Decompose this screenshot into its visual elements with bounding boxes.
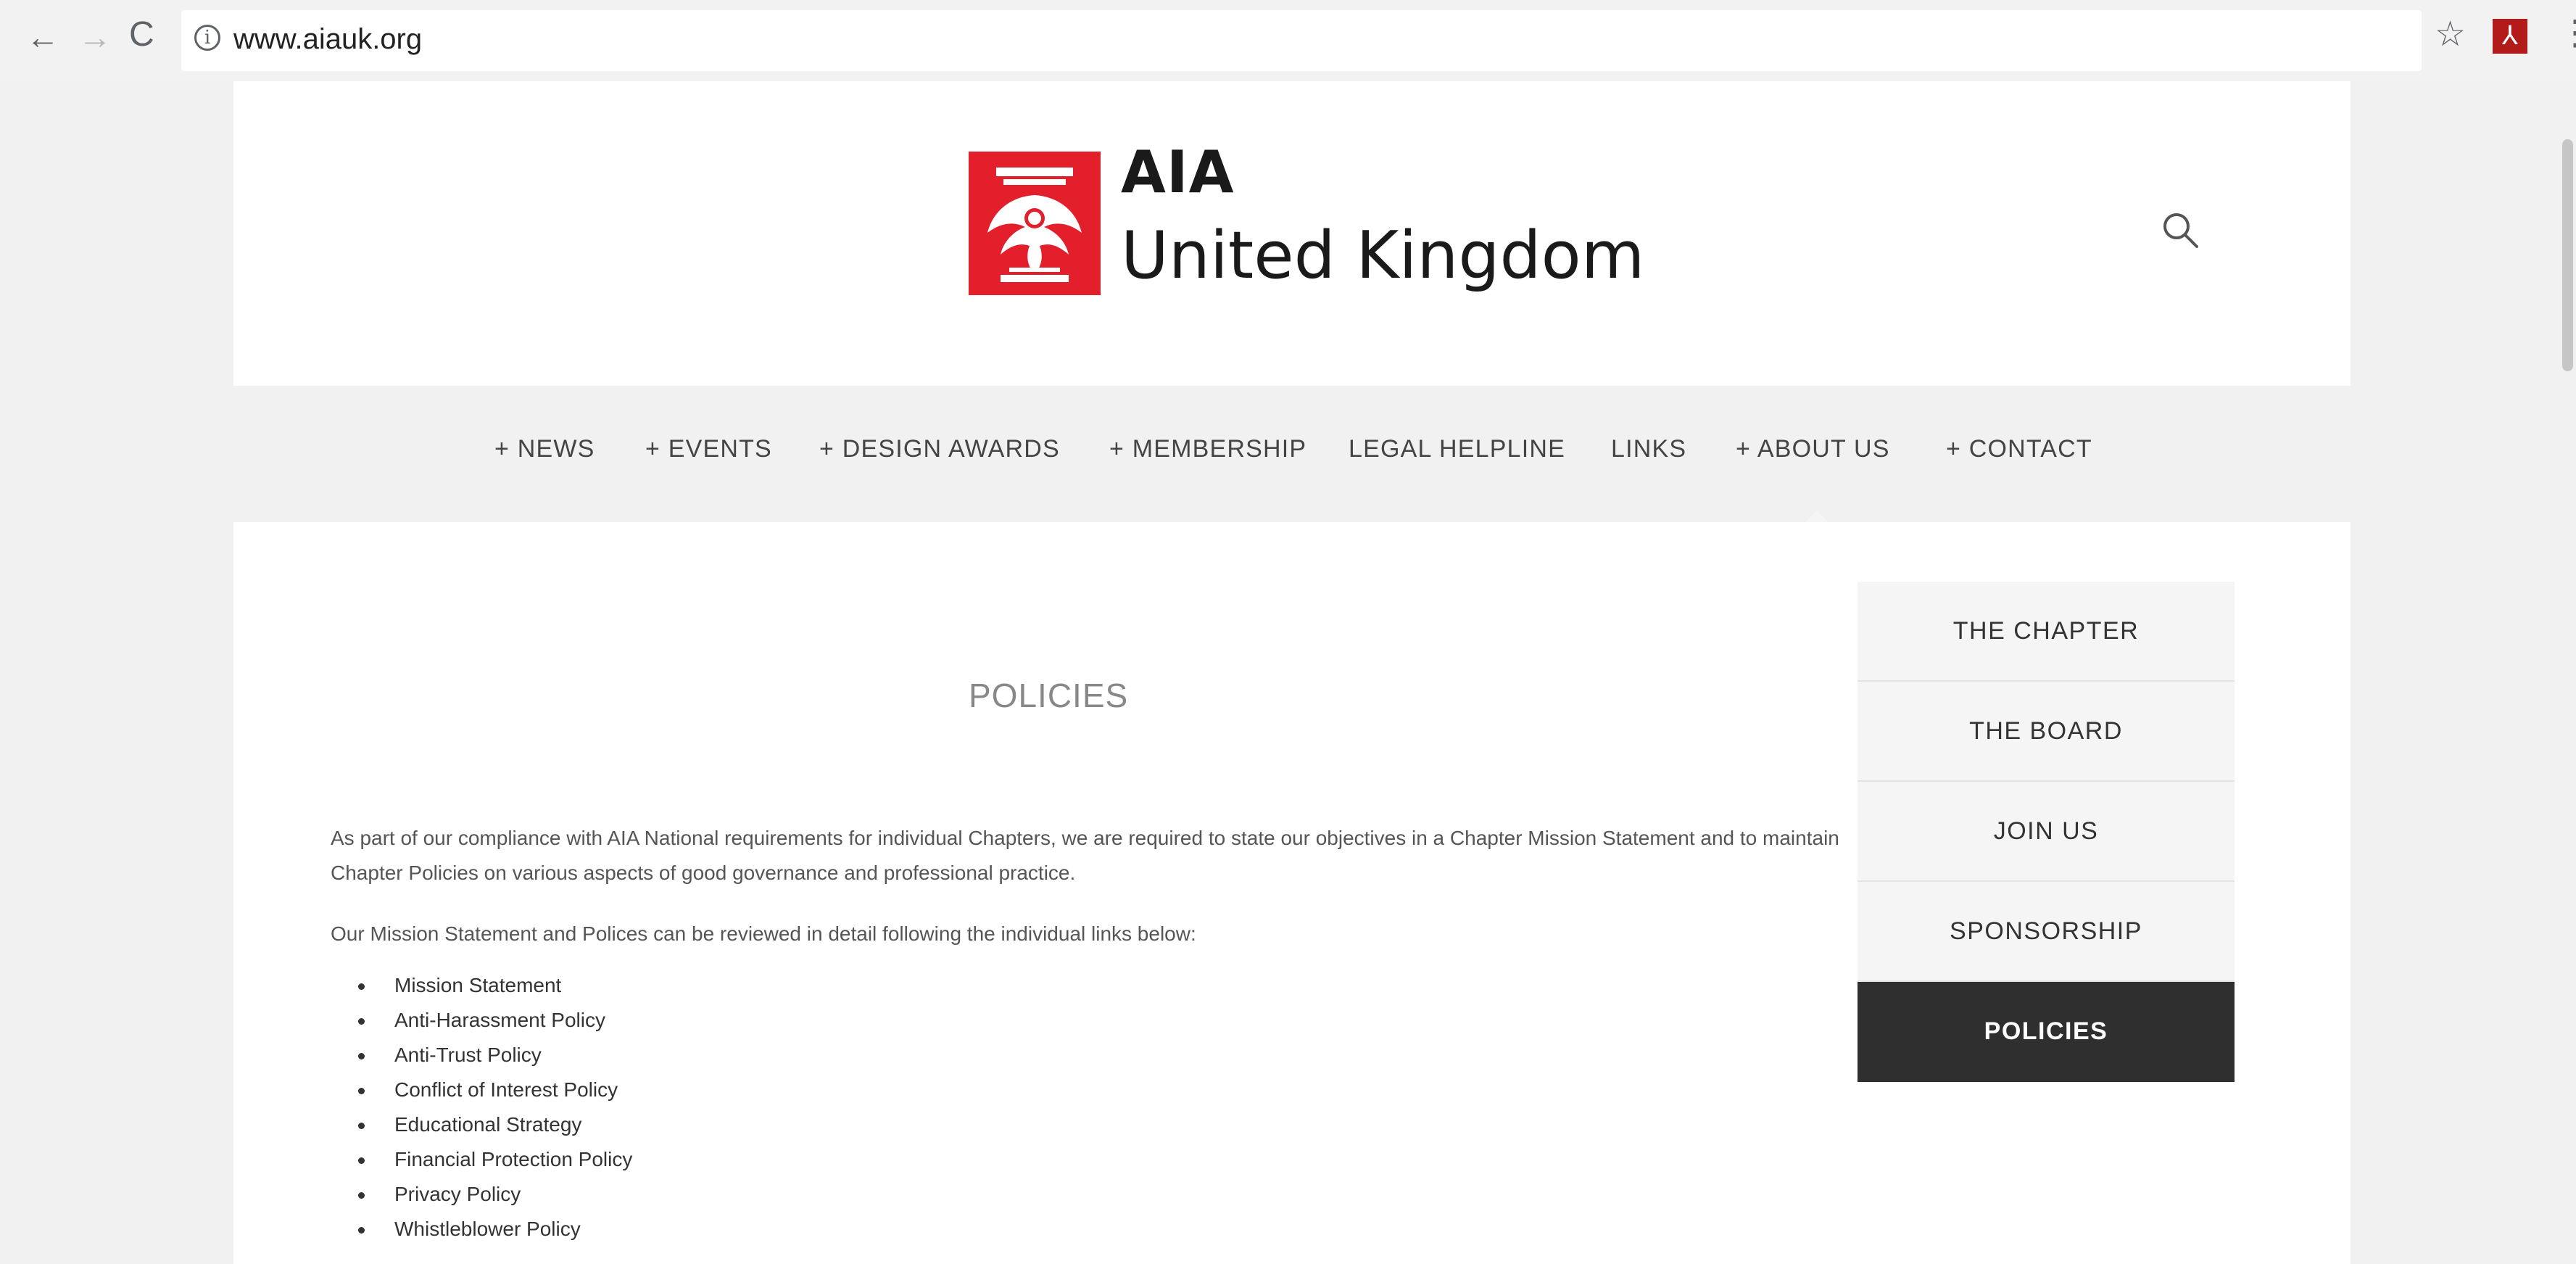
nav-item-design-awards[interactable]: + DESIGN AWARDS bbox=[819, 435, 1060, 463]
reload-icon[interactable]: C bbox=[129, 17, 154, 52]
nav-item-events[interactable]: + EVENTS bbox=[645, 435, 772, 463]
nav-item-membership[interactable]: + MEMBERSHIP bbox=[1109, 435, 1306, 463]
policy-link-whistleblower[interactable]: Whistleblower Policy bbox=[358, 1212, 632, 1247]
dropdown-item-sponsorship[interactable]: SPONSORSHIP bbox=[1858, 882, 2235, 982]
url-text[interactable]: www.aiauk.org bbox=[233, 23, 422, 56]
intro-paragraph: As part of our compliance with AIA Natio… bbox=[331, 827, 1839, 884]
page-scrollbar[interactable] bbox=[2559, 81, 2576, 1264]
about-us-dropdown: THE CHAPTER THE BOARD JOIN US SPONSORSHI… bbox=[1858, 582, 2235, 1082]
scrollbar-thumb[interactable] bbox=[2562, 139, 2573, 371]
policy-link-conflict-of-interest[interactable]: Conflict of Interest Policy bbox=[358, 1073, 632, 1107]
page-viewport: AIA United Kingdom + NEWS + EVENTS + DES… bbox=[0, 81, 2576, 1264]
page-title: POLICIES bbox=[969, 677, 1129, 714]
pdf-extension-icon[interactable]: ⅄ bbox=[2493, 19, 2527, 54]
dropdown-item-the-chapter[interactable]: THE CHAPTER bbox=[1858, 582, 2235, 682]
main-navigation: + NEWS + EVENTS + DESIGN AWARDS + MEMBER… bbox=[233, 386, 2351, 522]
browser-menu-icon[interactable]: ⋮ bbox=[2558, 16, 2576, 51]
dropdown-item-policies[interactable]: POLICIES bbox=[1858, 982, 2235, 1082]
bookmark-star-icon[interactable]: ☆ bbox=[2435, 17, 2466, 52]
aia-eagle-logo-icon[interactable] bbox=[969, 152, 1101, 295]
policy-link-anti-harassment[interactable]: Anti-Harassment Policy bbox=[358, 1003, 632, 1038]
logo-subtitle[interactable]: United Kingdom bbox=[1121, 223, 1644, 289]
dropdown-caret bbox=[1805, 511, 1829, 522]
dropdown-item-join-us[interactable]: JOIN US bbox=[1858, 782, 2235, 882]
back-arrow-icon[interactable]: ← bbox=[26, 20, 59, 54]
logo-title[interactable]: AIA bbox=[1121, 144, 1235, 202]
nav-item-legal-helpline[interactable]: LEGAL HELPLINE bbox=[1349, 435, 1565, 463]
policy-list: Mission Statement Anti-Harassment Policy… bbox=[358, 968, 632, 1247]
nav-item-news[interactable]: + NEWS bbox=[494, 435, 595, 463]
forward-arrow-icon[interactable]: → bbox=[78, 20, 112, 54]
browser-toolbar: ← → C i www.aiauk.org ☆ ⅄ ⋮ bbox=[0, 0, 2576, 82]
info-icon[interactable]: i bbox=[194, 25, 220, 51]
policy-link-financial-protection[interactable]: Financial Protection Policy bbox=[358, 1142, 632, 1177]
links-intro-paragraph: Our Mission Statement and Polices can be… bbox=[331, 922, 1196, 945]
nav-item-about-us[interactable]: + ABOUT US bbox=[1736, 435, 1890, 463]
site-container: AIA United Kingdom + NEWS + EVENTS + DES… bbox=[233, 81, 2351, 1264]
policy-link-anti-trust[interactable]: Anti-Trust Policy bbox=[358, 1038, 632, 1073]
dropdown-item-the-board[interactable]: THE BOARD bbox=[1858, 682, 2235, 782]
nav-item-links[interactable]: LINKS bbox=[1611, 435, 1686, 463]
policy-link-privacy[interactable]: Privacy Policy bbox=[358, 1177, 632, 1212]
search-icon[interactable] bbox=[2161, 210, 2201, 251]
site-header: AIA United Kingdom bbox=[233, 81, 2351, 386]
nav-item-contact[interactable]: + CONTACT bbox=[1946, 435, 2092, 463]
policy-link-educational-strategy[interactable]: Educational Strategy bbox=[358, 1107, 632, 1142]
address-bar[interactable]: i www.aiauk.org bbox=[181, 10, 2422, 71]
policy-link-mission-statement[interactable]: Mission Statement bbox=[358, 968, 632, 1003]
